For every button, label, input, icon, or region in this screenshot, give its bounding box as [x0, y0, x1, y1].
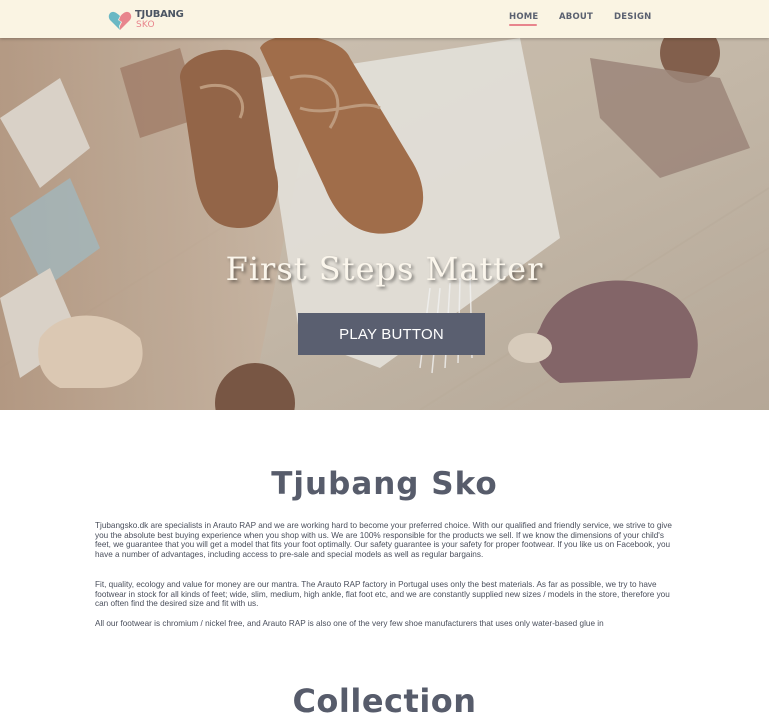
collection-title: Collection	[292, 682, 477, 720]
nav-about[interactable]: ABOUT	[559, 12, 593, 22]
play-button[interactable]: PLAY BUTTON	[298, 313, 485, 355]
about-paragraph-2: Fit, quality, ecology and value for mone…	[95, 580, 670, 609]
about-title: Tjubang Sko	[271, 466, 498, 502]
about-paragraph-3: All our footwear is chromium / nickel fr…	[95, 619, 604, 628]
nav-design[interactable]: DESIGN	[614, 12, 651, 22]
broken-heart-icon	[108, 11, 132, 30]
hero-banner: First Steps Matter PLAY BUTTON	[0, 38, 769, 410]
top-navigation-bar: TJUBANG SKO HOME ABOUT DESIGN	[0, 0, 769, 38]
logo-text-secondary: SKO	[136, 20, 155, 30]
active-nav-indicator	[509, 24, 537, 26]
brand-logo[interactable]: TJUBANG SKO	[108, 9, 188, 33]
hero-title: First Steps Matter	[225, 250, 544, 288]
nav-home[interactable]: HOME	[509, 12, 538, 22]
about-paragraph-1: Tjubangsko.dk are specialists in Arauto …	[95, 521, 672, 559]
logo-text-primary: TJUBANG	[135, 9, 184, 20]
